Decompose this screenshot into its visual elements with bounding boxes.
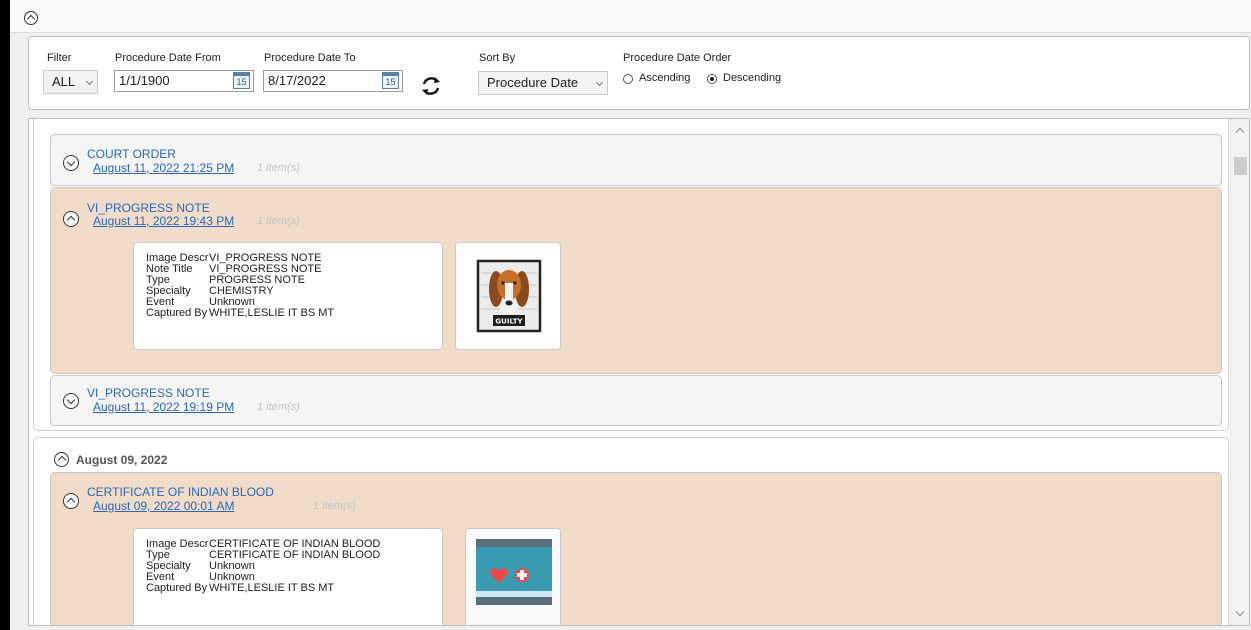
document-title[interactable]: COURT ORDER bbox=[87, 147, 176, 161]
document-title[interactable]: CERTIFICATE OF INDIAN BLOOD bbox=[87, 485, 274, 499]
calendar-icon[interactable]: 15 bbox=[233, 72, 250, 89]
calendar-icon[interactable]: 15 bbox=[382, 72, 399, 89]
descending-radio[interactable] bbox=[707, 74, 717, 84]
detail-row: Specialty Unknown bbox=[146, 560, 255, 572]
chevron-down-icon bbox=[85, 77, 94, 86]
vertical-scrollbar[interactable] bbox=[1230, 119, 1249, 625]
date-group: August 09, 2022 CERTIFICATE OF INDIAN BL… bbox=[33, 437, 1229, 625]
document-card[interactable]: CERTIFICATE OF INDIAN BLOOD August 09, 2… bbox=[50, 472, 1222, 625]
sort-by-label: Sort By bbox=[479, 52, 516, 64]
document-list[interactable]: COURT ORDER August 11, 2022 21:25 PM 1 i… bbox=[28, 118, 1250, 626]
item-count: 1 item(s) bbox=[313, 500, 356, 512]
filter-panel: Filter ALL Procedure Date From 1/1/1900 … bbox=[28, 36, 1250, 110]
document-details: Image Descr CERTIFICATE OF INDIAN BLOOD T… bbox=[133, 528, 443, 625]
order-label: Procedure Date Order bbox=[623, 52, 732, 64]
refresh-icon[interactable] bbox=[420, 75, 442, 97]
window-left-edge bbox=[0, 0, 10, 630]
document-date[interactable]: August 11, 2022 19:19 PM bbox=[93, 400, 234, 414]
filter-label: Filter bbox=[47, 52, 72, 64]
filter-select[interactable]: ALL bbox=[43, 70, 98, 94]
item-count: 1 item(s) bbox=[257, 215, 300, 227]
thumbnail-caption: GUILTY bbox=[495, 318, 523, 326]
chevron-down-icon bbox=[595, 78, 604, 87]
group-date-label: August 09, 2022 bbox=[76, 453, 168, 467]
item-count: 1 item(s) bbox=[257, 162, 300, 174]
date-to-input[interactable]: 8/17/2022 15 bbox=[263, 70, 403, 92]
document-thumbnail[interactable] bbox=[465, 528, 561, 625]
date-from-value: 1/1/1900 bbox=[119, 73, 170, 88]
date-to-value: 8/17/2022 bbox=[268, 73, 326, 88]
collapse-icon[interactable] bbox=[63, 211, 79, 227]
document-thumbnail[interactable]: GUILTY bbox=[455, 242, 561, 350]
date-from-label: Procedure Date From bbox=[115, 52, 221, 64]
date-from-input[interactable]: 1/1/1900 15 bbox=[114, 70, 254, 92]
ascending-radio[interactable] bbox=[623, 74, 633, 84]
collapse-filters-icon[interactable] bbox=[24, 11, 38, 25]
scrollbar-thumb[interactable] bbox=[1234, 157, 1247, 175]
document-date[interactable]: August 09, 2022 00:01 AM bbox=[93, 499, 293, 513]
document-date[interactable]: August 11, 2022 19:43 PM bbox=[93, 214, 234, 228]
document-card[interactable]: VI_PROGRESS NOTE August 11, 2022 19:19 P… bbox=[50, 375, 1222, 426]
scroll-up-icon[interactable] bbox=[1235, 127, 1245, 137]
document-details: Image Descr VI_PROGRESS NOTE Note Title VI… bbox=[133, 242, 443, 350]
sort-by-select[interactable]: Procedure Date bbox=[478, 71, 608, 95]
laptop-medical-image bbox=[466, 529, 560, 625]
collapse-icon[interactable] bbox=[63, 493, 79, 509]
item-count: 1 item(s) bbox=[257, 401, 300, 413]
expand-icon[interactable] bbox=[63, 155, 79, 171]
detail-row: Captured By WHITE,LESLIE IT BS MT bbox=[146, 307, 335, 319]
date-group: COURT ORDER August 11, 2022 21:25 PM 1 i… bbox=[33, 119, 1229, 431]
sort-by-value: Procedure Date bbox=[487, 75, 579, 90]
descending-label: Descending bbox=[723, 72, 782, 84]
dog-mugshot-image: GUILTY bbox=[476, 259, 542, 333]
top-bar bbox=[10, 0, 1251, 33]
detail-row: Specialty CHEMISTRY bbox=[146, 285, 274, 297]
scroll-down-icon[interactable] bbox=[1235, 607, 1245, 617]
document-date[interactable]: August 11, 2022 21:25 PM bbox=[93, 161, 234, 175]
document-card[interactable]: COURT ORDER August 11, 2022 21:25 PM 1 i… bbox=[50, 134, 1222, 186]
expand-icon[interactable] bbox=[63, 393, 79, 409]
date-to-label: Procedure Date To bbox=[264, 52, 356, 64]
filter-select-value: ALL bbox=[52, 74, 76, 89]
ascending-label: Ascending bbox=[639, 72, 691, 84]
document-title[interactable]: VI_PROGRESS NOTE bbox=[87, 386, 210, 400]
detail-row: Captured By WHITE,LESLIE IT BS MT bbox=[146, 582, 335, 594]
document-title[interactable]: VI_PROGRESS NOTE bbox=[87, 201, 210, 215]
edge-marker bbox=[0, 468, 10, 480]
document-card[interactable]: VI_PROGRESS NOTE August 11, 2022 19:43 P… bbox=[50, 187, 1222, 374]
collapse-group-icon[interactable] bbox=[54, 452, 69, 467]
